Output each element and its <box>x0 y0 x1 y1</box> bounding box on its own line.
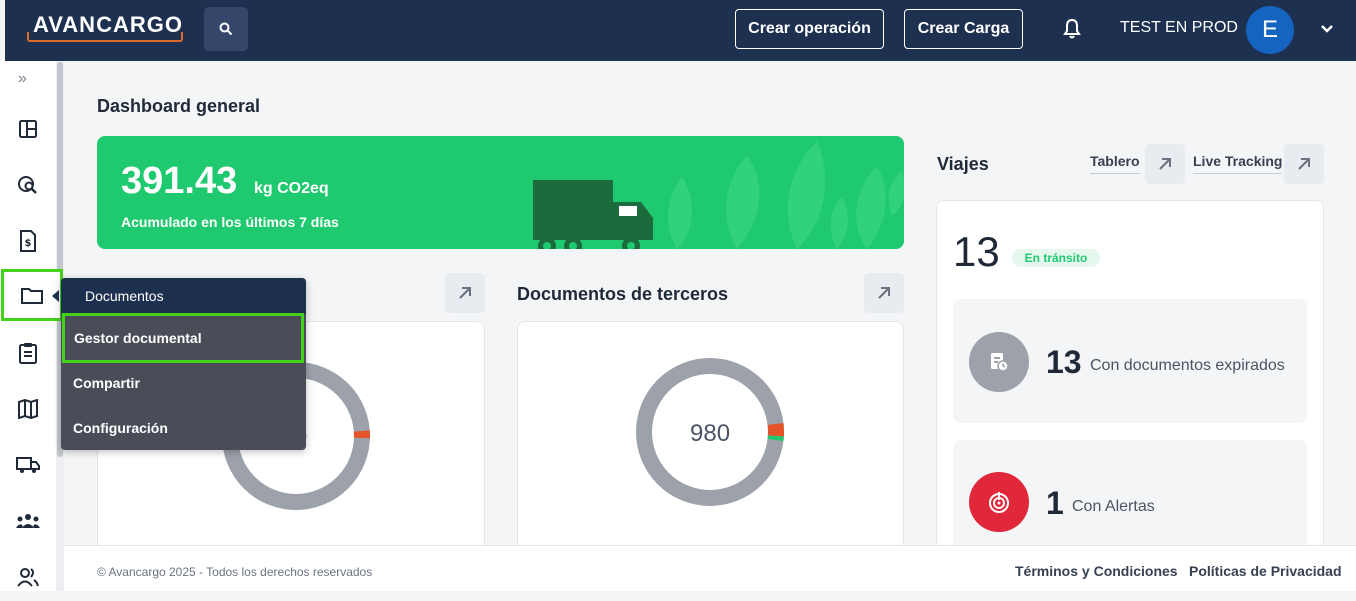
search-location-icon <box>18 176 37 194</box>
create-operation-button[interactable]: Crear operación <box>735 9 884 49</box>
create-load-button[interactable]: Crear Carga <box>904 9 1023 49</box>
menu-item-share[interactable]: Compartir <box>61 360 306 405</box>
avatar[interactable]: E <box>1246 6 1294 54</box>
chevron-down-icon[interactable] <box>1318 20 1336 38</box>
alert-icon <box>969 472 1029 532</box>
leaves-illustration <box>667 141 904 249</box>
board-link[interactable]: Tablero <box>1090 153 1140 174</box>
dashboard-icon <box>19 120 37 138</box>
open-live-tracking-button[interactable] <box>1284 144 1324 184</box>
arrow-up-right-icon <box>459 287 471 299</box>
clipboard-icon <box>19 343 37 364</box>
open-board-button[interactable] <box>1145 144 1185 184</box>
terms-link[interactable]: Términos y Condiciones <box>1015 563 1178 579</box>
sidebar-item-groups[interactable] <box>4 497 52 545</box>
documents-dropdown-menu: Documentos Gestor documental Compartir C… <box>61 278 306 450</box>
truck-illustration <box>533 180 653 249</box>
sidebar-item-tracking[interactable] <box>4 161 52 209</box>
copyright-text: © Avancargo 2025 - Todos los derechos re… <box>97 565 373 579</box>
folder-icon <box>21 288 43 304</box>
logo-underline <box>27 32 183 42</box>
page-title: Dashboard general <box>97 96 261 116</box>
invoice-icon: $ <box>20 230 36 252</box>
sidebar-item-dashboard[interactable] <box>4 105 52 153</box>
third-party-documents-card: 980 <box>517 321 904 561</box>
expired-documents-stat[interactable]: 13 Con documentos expirados <box>953 299 1307 423</box>
co2-subtitle: Acumulado en los últimos 7 días <box>121 214 339 230</box>
expired-documents-label: Con documentos expirados <box>1090 357 1285 374</box>
footer: © Avancargo 2025 - Todos los derechos re… <box>64 545 1356 591</box>
map-icon <box>18 399 38 419</box>
expired-document-icon <box>969 332 1029 392</box>
co2-unit: kg CO2eq <box>254 180 329 197</box>
sidebar-item-fleet[interactable] <box>4 441 52 489</box>
menu-item-document-manager[interactable]: Gestor documental <box>62 313 304 363</box>
sidebar-item-users[interactable] <box>4 553 52 601</box>
menu-item-configuration[interactable]: Configuración <box>61 405 306 450</box>
notifications-bell-icon[interactable] <box>1060 17 1084 41</box>
trips-title: Viajes <box>937 154 989 174</box>
avancargo-logo[interactable]: AVANCARGO <box>27 10 183 42</box>
sidebar-item-billing[interactable]: $ <box>4 217 52 265</box>
open-third-party-documents-button[interactable] <box>864 273 904 313</box>
in-transit-count: 13 <box>953 228 1000 275</box>
search-icon <box>219 22 233 36</box>
search-button[interactable] <box>204 7 248 51</box>
dropdown-caret <box>52 290 59 302</box>
arrow-up-right-icon <box>878 287 890 299</box>
open-documents-button[interactable] <box>445 273 485 313</box>
dropdown-header: Documentos <box>61 278 306 314</box>
third-party-donut-total: 980 <box>690 420 731 447</box>
arrow-up-right-icon <box>1159 158 1171 170</box>
co2-summary-card: 391.43 kg CO2eq Acumulado en los últimos… <box>97 136 904 249</box>
live-tracking-link[interactable]: Live Tracking <box>1193 153 1283 174</box>
alerts-count: 1 <box>1046 485 1064 521</box>
sidebar-item-map[interactable] <box>4 385 52 433</box>
co2-value: 391.43 <box>121 160 238 202</box>
arrow-up-right-icon <box>1298 158 1310 170</box>
privacy-link[interactable]: Políticas de Privacidad <box>1189 563 1342 579</box>
sidebar-item-tasks[interactable] <box>4 329 52 377</box>
group-icon <box>16 514 40 528</box>
truck-icon <box>16 457 40 473</box>
users-icon <box>17 568 39 587</box>
alerts-label: Con Alertas <box>1072 498 1155 515</box>
in-transit-badge: En tránsito <box>1012 249 1100 267</box>
svg-text:$: $ <box>25 238 32 249</box>
third-party-documents-title: Documentos de terceros <box>517 284 729 304</box>
user-name[interactable]: TEST EN PROD <box>1120 19 1238 37</box>
expired-documents-count: 13 <box>1046 344 1082 380</box>
expand-sidebar-icon[interactable]: » <box>18 70 27 88</box>
